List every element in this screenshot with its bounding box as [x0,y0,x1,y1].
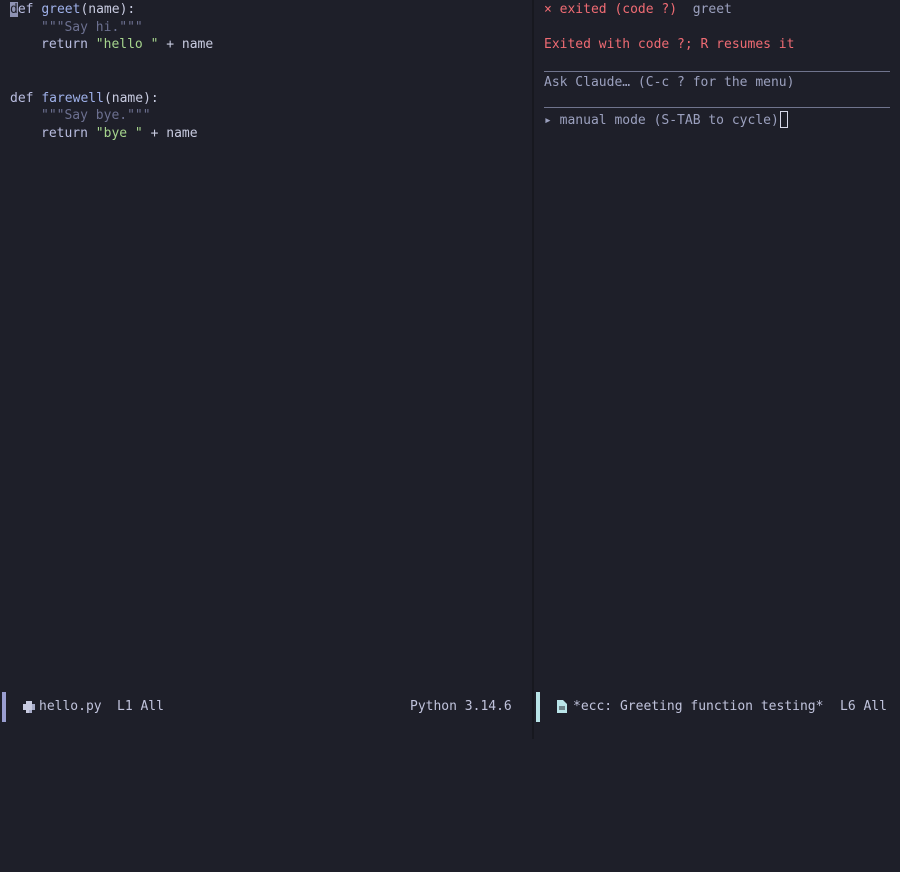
function-name: farewell [41,91,104,106]
prompt-bottom-rule [544,107,890,108]
code-line-5: def farewell(name): [10,91,159,106]
input-caret [779,111,788,128]
major-mode[interactable]: Python 3.14.6 [410,692,512,722]
python-icon [23,701,35,713]
code-line-2: """Say hi.""" [41,20,143,35]
cursor-position: L6 All [840,699,887,714]
buffer-name[interactable]: *ecc: Greeting function testing* [573,692,823,722]
cursor-position: L1 All [117,699,164,714]
function-name: greet [41,2,81,17]
modeline-left[interactable]: hello.py L1 All Python 3.14.6 [0,692,532,722]
modeline-right[interactable]: *ecc: Greeting function testing* L6 All [534,692,900,722]
exit-status: × exited (code ?) [544,2,678,17]
file-icon [557,700,567,713]
code-line-3: return "hello " + name [41,37,214,52]
exit-message: Exited with code ?; R resumes it [544,37,795,52]
agent-pane[interactable]: × exited (code ?) greet Exited with code… [534,0,900,690]
code-line-6: """Say bye.""" [41,108,151,123]
code-line-7: return "bye " + name [41,126,198,141]
inactive-indicator [536,692,540,722]
buffer-filename[interactable]: hello.py [39,692,102,722]
mode-indicator[interactable]: ▸ manual mode (S-TAB to cycle) [544,111,788,129]
active-indicator [2,692,6,722]
code-line-1: def greet(name): [10,2,136,17]
prompt-input[interactable]: Ask Claude… (C-c ? for the menu) [544,74,794,92]
prompt-top-rule [544,71,890,72]
editor-pane[interactable]: def greet(name): """Say hi.""" return "h… [0,0,532,690]
session-name: greet [692,2,732,17]
text-cursor: d [10,2,18,17]
agent-header: × exited (code ?) greet [544,1,732,19]
